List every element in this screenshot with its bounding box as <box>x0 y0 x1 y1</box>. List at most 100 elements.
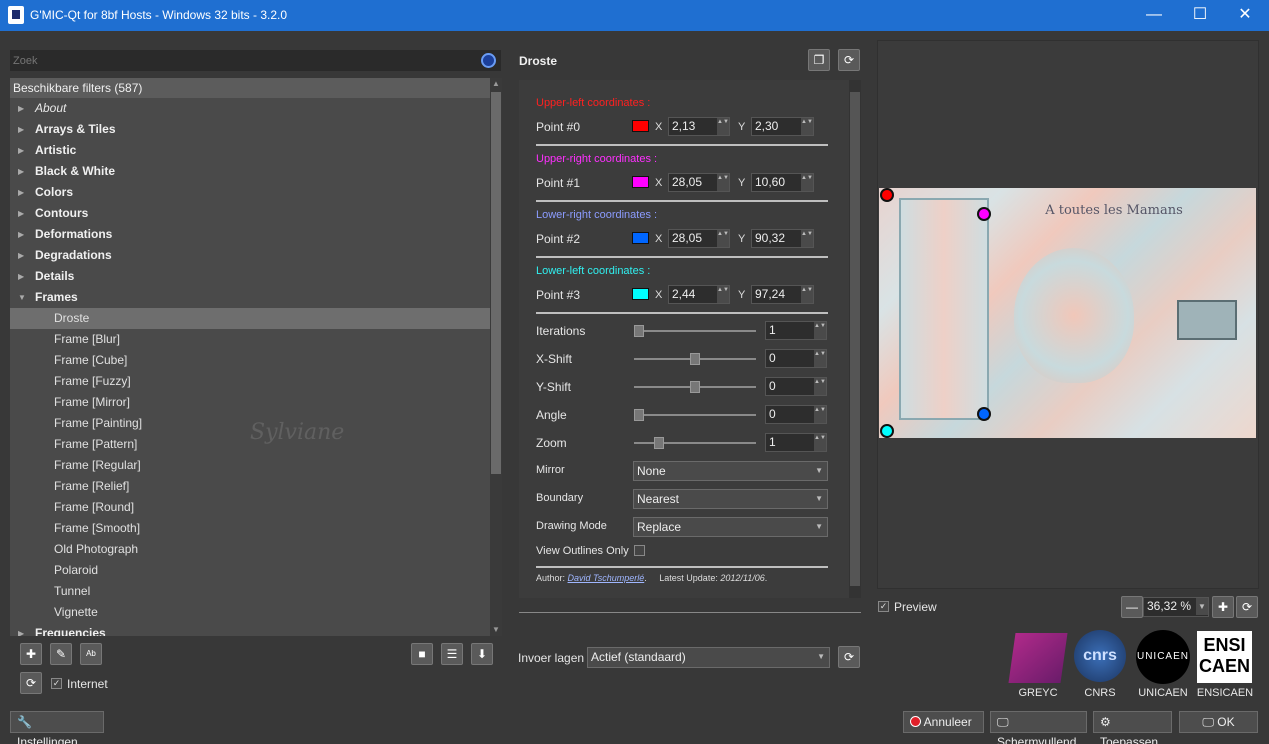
filter-category[interactable]: ▼ Frames <box>10 287 490 308</box>
ensicaen-logo[interactable]: ENSI CAEN <box>1197 631 1252 683</box>
filter-item[interactable]: Frame [Smooth] <box>10 518 490 539</box>
chevron-right-icon[interactable]: ▶ <box>18 140 24 161</box>
slider-knob[interactable] <box>634 325 644 337</box>
spin-arrows-icon[interactable]: ▲▼ <box>801 174 813 191</box>
chevron-right-icon[interactable]: ▶ <box>18 203 24 224</box>
slider-track[interactable] <box>634 353 756 365</box>
splitter[interactable] <box>519 612 861 613</box>
refresh-layers-icon[interactable]: ⟳ <box>838 646 860 668</box>
filter-item[interactable]: Vignette <box>10 602 490 623</box>
visibility-icon[interactable]: ■ <box>411 643 433 665</box>
slider-knob[interactable] <box>690 381 700 393</box>
point-color-swatch[interactable] <box>632 288 649 300</box>
input-layers-select[interactable]: Actief (standaard) ▼ <box>587 647 830 668</box>
slider-track[interactable] <box>634 437 756 449</box>
filter-category[interactable]: ▶ Artistic <box>10 140 490 161</box>
x-spinbox[interactable]: 2,13 ▲▼ <box>668 117 730 136</box>
apply-button[interactable]: ⚙ Toepassen <box>1093 711 1172 744</box>
params-scrollbar[interactable] <box>849 80 861 598</box>
scroll-down-icon[interactable]: ▼ <box>490 624 502 636</box>
point-color-swatch[interactable] <box>632 120 649 132</box>
filter-category[interactable]: ▶ Contours <box>10 203 490 224</box>
filter-item[interactable]: Frame [Regular] <box>10 455 490 476</box>
filter-item[interactable]: Tunnel <box>10 581 490 602</box>
internet-checkbox[interactable]: ✓ <box>51 678 62 689</box>
chevron-right-icon[interactable]: ▶ <box>18 182 24 203</box>
copy-to-clipboard-icon[interactable]: ❐ <box>808 49 830 71</box>
slider-track[interactable] <box>634 409 756 421</box>
filter-category[interactable]: ▶ Details <box>10 266 490 287</box>
chevron-right-icon[interactable]: ▶ <box>18 224 24 245</box>
fullscreen-button[interactable]: 🖵 Schermvullend <box>990 711 1087 744</box>
chevron-down-icon[interactable]: ▼ <box>18 287 26 308</box>
spin-arrows-icon[interactable]: ▲▼ <box>814 350 826 367</box>
rename-favorite-icon[interactable]: Ab <box>80 643 102 665</box>
slider-spinbox[interactable]: 1 ▲▼ <box>765 321 827 340</box>
handle-point-2[interactable] <box>977 407 991 421</box>
spin-arrows-icon[interactable]: ▲▼ <box>717 286 729 303</box>
filter-item[interactable]: Frame [Fuzzy] <box>10 371 490 392</box>
filter-category[interactable]: ▶ Degradations <box>10 245 490 266</box>
x-spinbox[interactable]: 28,05 ▲▼ <box>668 173 730 192</box>
filter-category[interactable]: ▶ Black & White <box>10 161 490 182</box>
filter-item[interactable]: Frame [Blur] <box>10 329 490 350</box>
filter-category[interactable]: ▶ About <box>10 98 490 119</box>
point-color-swatch[interactable] <box>632 232 649 244</box>
spin-arrows-icon[interactable]: ▲▼ <box>801 118 813 135</box>
minimize-button[interactable]: — <box>1131 0 1177 31</box>
cancel-button[interactable]: Annuleer <box>903 711 984 733</box>
filter-item[interactable]: Frame [Round] <box>10 497 490 518</box>
add-favorite-icon[interactable]: ✚ <box>20 643 42 665</box>
combo-select[interactable]: Nearest ▼ <box>633 489 828 509</box>
spin-arrows-icon[interactable]: ▲▼ <box>814 378 826 395</box>
zoom-out-icon[interactable]: — <box>1121 596 1143 618</box>
y-spinbox[interactable]: 2,30 ▲▼ <box>751 117 814 136</box>
filter-item[interactable]: Frame [Cube] <box>10 350 490 371</box>
x-spinbox[interactable]: 28,05 ▲▼ <box>668 229 730 248</box>
unicaen-logo[interactable]: UNICAEN <box>1136 630 1190 684</box>
slider-spinbox[interactable]: 1 ▲▼ <box>765 433 827 452</box>
combo-select[interactable]: Replace ▼ <box>633 517 828 537</box>
remove-favorite-icon[interactable]: ✎ <box>50 643 72 665</box>
chevron-right-icon[interactable]: ▶ <box>18 266 24 287</box>
slider-knob[interactable] <box>654 437 664 449</box>
scrollbar-thumb[interactable] <box>850 92 860 586</box>
point-color-swatch[interactable] <box>632 176 649 188</box>
search-icon[interactable] <box>481 53 496 68</box>
chevron-right-icon[interactable]: ▶ <box>18 245 24 266</box>
filter-item[interactable]: Frame [Mirror] <box>10 392 490 413</box>
chevron-right-icon[interactable]: ▶ <box>18 623 24 636</box>
slider-track[interactable] <box>634 325 756 337</box>
spin-arrows-icon[interactable]: ▲▼ <box>717 118 729 135</box>
handle-point-3[interactable] <box>880 424 894 438</box>
zoom-in-icon[interactable]: ✚ <box>1212 596 1234 618</box>
filter-item[interactable]: Frame [Relief] <box>10 476 490 497</box>
slider-spinbox[interactable]: 0 ▲▼ <box>765 377 827 396</box>
scrollbar-thumb[interactable] <box>491 92 501 474</box>
zoom-select[interactable]: 36,32 % ▼ <box>1143 597 1209 617</box>
close-button[interactable]: ✕ <box>1222 0 1268 31</box>
reset-params-icon[interactable]: ⟳ <box>838 49 860 71</box>
slider-knob[interactable] <box>690 353 700 365</box>
filter-tree-scrollbar[interactable]: ▲ ▼ <box>490 78 502 636</box>
greyc-logo[interactable] <box>1008 633 1068 683</box>
filter-item[interactable]: Old Photograph <box>10 539 490 560</box>
cnrs-logo[interactable]: cnrs <box>1074 630 1126 682</box>
spin-arrows-icon[interactable]: ▲▼ <box>814 406 826 423</box>
view-outlines-checkbox[interactable] <box>634 545 645 556</box>
filter-category[interactable]: ▶ Arrays & Tiles <box>10 119 490 140</box>
download-icon[interactable]: ⬇ <box>471 643 493 665</box>
filter-item[interactable]: Polaroid <box>10 560 490 581</box>
filter-item[interactable]: Droste <box>10 308 490 329</box>
maximize-button[interactable]: ☐ <box>1177 0 1223 31</box>
y-spinbox[interactable]: 90,32 ▲▼ <box>751 229 814 248</box>
filter-category[interactable]: ▶ Deformations <box>10 224 490 245</box>
combo-select[interactable]: None ▼ <box>633 461 828 481</box>
spin-arrows-icon[interactable]: ▲▼ <box>801 286 813 303</box>
chevron-right-icon[interactable]: ▶ <box>18 161 24 182</box>
x-spinbox[interactable]: 2,44 ▲▼ <box>668 285 730 304</box>
slider-spinbox[interactable]: 0 ▲▼ <box>765 349 827 368</box>
handle-point-0[interactable] <box>880 188 894 202</box>
y-spinbox[interactable]: 10,60 ▲▼ <box>751 173 814 192</box>
spin-arrows-icon[interactable]: ▲▼ <box>717 174 729 191</box>
